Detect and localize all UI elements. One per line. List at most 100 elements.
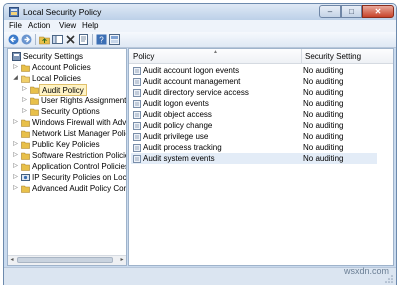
- expand-arrow-icon[interactable]: ▷: [12, 119, 19, 126]
- folder-icon: [30, 86, 39, 94]
- tree-item-security-settings[interactable]: Security Settings: [10, 51, 126, 62]
- table-row[interactable]: Audit policy change No auditing: [131, 120, 377, 131]
- table-row[interactable]: Audit directory service access No auditi…: [131, 87, 377, 98]
- policy-name: Audit account management: [143, 77, 241, 86]
- resize-grip-icon[interactable]: [385, 275, 393, 283]
- folder-icon: [21, 119, 30, 127]
- security-setting: No auditing: [303, 143, 344, 152]
- policy-icon: [133, 89, 141, 97]
- menu-action[interactable]: Action: [28, 21, 50, 30]
- ip-security-icon: [21, 174, 30, 181]
- up-folder-icon[interactable]: [39, 34, 50, 45]
- toolbar-separator: [92, 34, 93, 45]
- column-header-policy[interactable]: Policy: [133, 52, 154, 61]
- scroll-left-icon[interactable]: ◂: [8, 256, 16, 264]
- policy-name: Audit object access: [143, 110, 212, 119]
- menu-file[interactable]: File: [9, 21, 22, 30]
- policy-list: Policy ▲ Security Setting Audit account …: [128, 48, 394, 266]
- collapse-arrow-icon[interactable]: ◢: [12, 75, 19, 82]
- expand-arrow-icon[interactable]: ▷: [12, 141, 19, 148]
- expand-arrow-icon[interactable]: ▷: [12, 185, 19, 192]
- tree-item-user-rights-assignment[interactable]: ▷ User Rights Assignment: [10, 95, 126, 106]
- close-button[interactable]: ✕: [362, 5, 394, 18]
- expand-arrow-icon[interactable]: ▷: [21, 86, 28, 93]
- tree-label: Local Policies: [32, 74, 81, 83]
- help-icon[interactable]: ?: [96, 34, 107, 45]
- maximize-button[interactable]: □: [341, 5, 362, 18]
- security-setting: No auditing: [303, 99, 344, 108]
- watermark: wsxdn.com: [344, 266, 390, 276]
- tree-item-windows-firewall[interactable]: ▷ Windows Firewall with Advanc: [10, 117, 126, 128]
- title-bar[interactable]: Local Security Policy ‒ □ ✕: [4, 4, 396, 20]
- expand-arrow-icon[interactable]: ▷: [12, 174, 19, 181]
- list-header: Policy ▲ Security Setting: [129, 49, 393, 64]
- folder-icon: [30, 97, 39, 105]
- app-window: Local Security Policy ‒ □ ✕ File Action …: [3, 3, 397, 285]
- tree-label: Security Settings: [23, 52, 84, 61]
- policy-icon: [133, 155, 141, 163]
- security-setting: No auditing: [303, 110, 344, 119]
- expand-arrow-icon[interactable]: ▷: [12, 64, 19, 71]
- expand-arrow-icon[interactable]: ▷: [12, 163, 19, 170]
- delete-icon[interactable]: [65, 34, 76, 45]
- table-row[interactable]: Audit account management No auditing: [131, 76, 377, 87]
- tree-item-public-key-policies[interactable]: ▷ Public Key Policies: [10, 139, 126, 150]
- properties-icon[interactable]: [78, 34, 89, 45]
- folder-icon: [21, 141, 30, 149]
- policy-icon: [133, 100, 141, 108]
- sort-ascending-icon: ▲: [213, 49, 218, 55]
- tree-item-local-policies[interactable]: ◢ Local Policies: [10, 73, 126, 84]
- forward-arrow-icon[interactable]: [21, 34, 32, 45]
- policy-name: Audit process tracking: [143, 143, 222, 152]
- table-row[interactable]: Audit process tracking No auditing: [131, 142, 377, 153]
- folder-icon: [30, 108, 39, 116]
- toolbar-separator: [35, 34, 36, 45]
- tree-item-application-control[interactable]: ▷ Application Control Policies: [10, 161, 126, 172]
- tree-label: Account Policies: [32, 63, 91, 72]
- tree-label: Application Control Policies: [32, 162, 127, 171]
- table-row-selected[interactable]: Audit system events No auditing: [131, 153, 377, 164]
- column-header-security-setting[interactable]: Security Setting: [305, 52, 361, 61]
- menu-view[interactable]: View: [59, 21, 76, 30]
- security-settings-icon: [12, 52, 21, 61]
- console-icon[interactable]: [109, 34, 120, 45]
- security-setting: No auditing: [303, 88, 344, 97]
- tree-label: IP Security Policies on Local C: [32, 173, 127, 182]
- console-tree: Security Settings ▷ Account Policies ◢ L…: [7, 48, 127, 266]
- menu-help[interactable]: Help: [82, 21, 98, 30]
- policy-icon: [133, 67, 141, 75]
- expand-arrow-icon[interactable]: ▷: [21, 97, 28, 104]
- table-row[interactable]: Audit logon events No auditing: [131, 98, 377, 109]
- security-setting: No auditing: [303, 121, 344, 130]
- tree-item-network-list-manager[interactable]: Network List Manager Policies: [10, 128, 126, 139]
- expand-arrow-icon[interactable]: ▷: [12, 152, 19, 159]
- toolbar: ?: [4, 32, 396, 48]
- table-row[interactable]: Audit privilege use No auditing: [131, 131, 377, 142]
- minimize-button[interactable]: ‒: [319, 5, 341, 18]
- table-row[interactable]: Audit object access No auditing: [131, 109, 377, 120]
- security-setting: No auditing: [303, 66, 344, 75]
- folder-icon: [21, 130, 30, 138]
- tree-label: Network List Manager Policies: [32, 129, 126, 138]
- tree-item-account-policies[interactable]: ▷ Account Policies: [10, 62, 126, 73]
- table-row[interactable]: Audit account logon events No auditing: [131, 65, 377, 76]
- column-divider[interactable]: [301, 49, 302, 63]
- tree-item-ip-security[interactable]: ▷ IP Security Policies on Local C: [10, 172, 126, 183]
- show-hide-tree-icon[interactable]: [52, 34, 63, 45]
- tree-item-advanced-audit[interactable]: ▷ Advanced Audit Policy Configu: [10, 183, 126, 194]
- tree-item-audit-policy[interactable]: ▷ Audit Policy: [10, 84, 126, 96]
- policy-name: Audit account logon events: [143, 66, 240, 75]
- tree-label: Windows Firewall with Advanc: [32, 118, 127, 127]
- policy-icon: [133, 78, 141, 86]
- horizontal-scrollbar[interactable]: ◂ ▸: [8, 255, 126, 265]
- folder-icon: [21, 152, 30, 160]
- scroll-right-icon[interactable]: ▸: [118, 256, 126, 264]
- policy-name: Audit logon events: [143, 99, 209, 108]
- window-title: Local Security Policy: [23, 7, 102, 17]
- scrollbar-thumb[interactable]: [17, 257, 113, 263]
- tree-item-software-restriction[interactable]: ▷ Software Restriction Policies: [10, 150, 126, 161]
- back-arrow-icon[interactable]: [8, 34, 19, 45]
- tree-item-security-options[interactable]: ▷ Security Options: [10, 106, 126, 117]
- policy-name: Audit system events: [143, 154, 215, 163]
- expand-arrow-icon[interactable]: ▷: [21, 108, 28, 115]
